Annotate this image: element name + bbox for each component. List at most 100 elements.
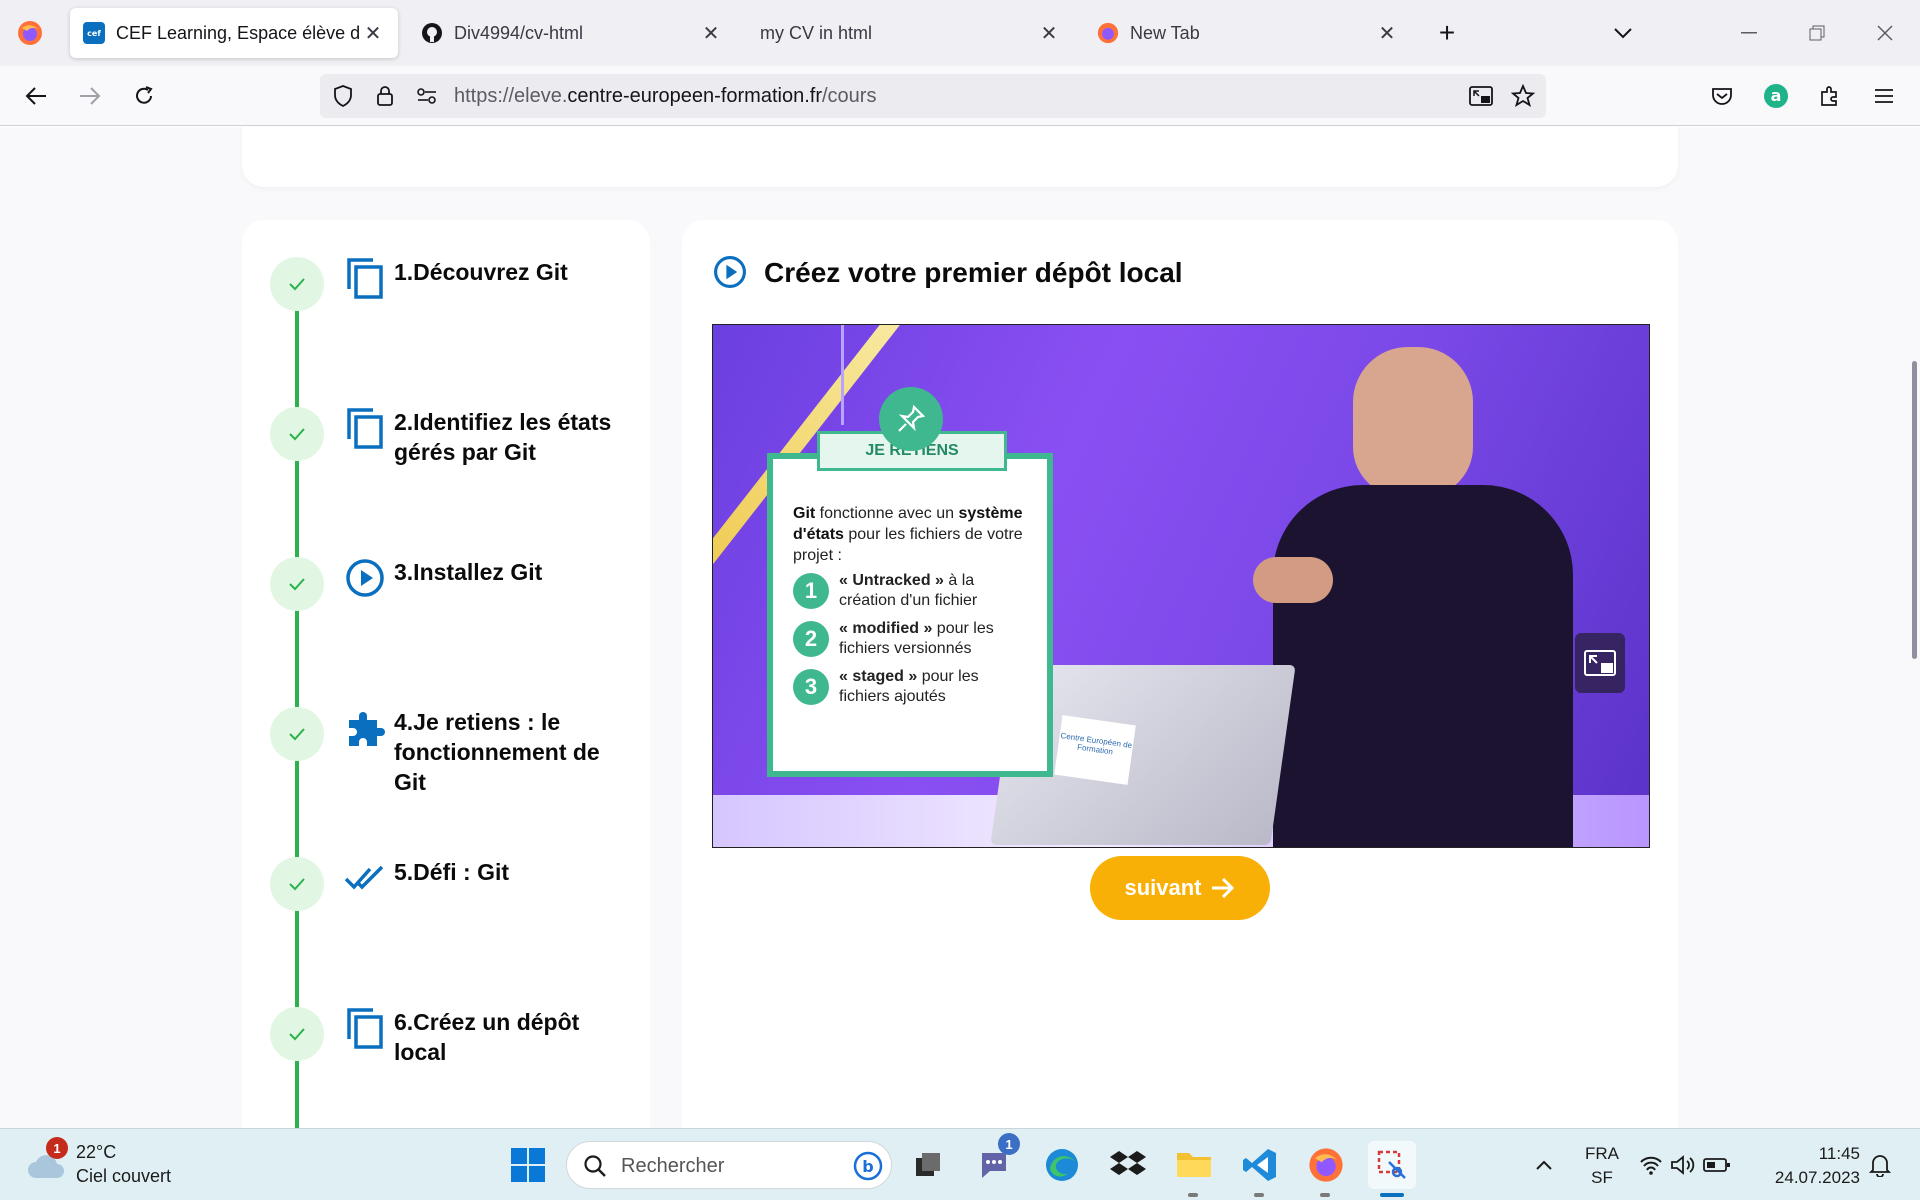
close-window-icon[interactable] — [1868, 16, 1902, 50]
bookmark-star-icon[interactable] — [1510, 83, 1536, 109]
memo-item-bold: « Untracked » — [839, 572, 944, 589]
presenter-head — [1353, 347, 1473, 497]
tab-new-tab[interactable]: New Tab ✕ — [1084, 8, 1412, 58]
battery-icon[interactable] — [1700, 1141, 1734, 1189]
back-arrow-icon[interactable] — [18, 78, 54, 114]
running-indicator — [1320, 1193, 1330, 1197]
tab-github[interactable]: Div4994/cv-html ✕ — [408, 8, 736, 58]
forward-arrow-icon[interactable] — [72, 78, 108, 114]
task-view-icon[interactable] — [904, 1141, 952, 1189]
close-tab-icon[interactable]: ✕ — [1036, 20, 1062, 46]
restore-icon[interactable] — [1800, 16, 1834, 50]
file-explorer-folder-icon[interactable] — [1170, 1141, 1218, 1189]
running-indicator — [1254, 1193, 1264, 1197]
completed-check-icon — [270, 557, 324, 611]
windows-taskbar: 1 22°C Ciel couvert Rechercher b 1 FRA S… — [0, 1128, 1920, 1200]
url-prefix: https://eleve. — [454, 85, 568, 107]
bing-icon[interactable]: b — [853, 1150, 883, 1187]
input-language-code[interactable]: FRA — [1580, 1143, 1624, 1165]
lock-icon[interactable] — [372, 83, 398, 109]
input-layout-code[interactable]: SF — [1580, 1167, 1624, 1189]
volume-icon[interactable] — [1668, 1141, 1698, 1189]
weather-temp[interactable]: 22°C — [76, 1141, 116, 1163]
firefox-view-icon[interactable] — [12, 16, 48, 50]
weather-desc[interactable]: Ciel couvert — [76, 1165, 171, 1187]
notifications-bell-icon[interactable] — [1862, 1141, 1898, 1189]
close-tab-icon[interactable]: ✕ — [1374, 20, 1400, 46]
step-label: 6.Créez un dépôt local — [394, 1009, 580, 1065]
tab-title: my CV in html — [760, 22, 873, 43]
next-button-label: suivant — [1124, 875, 1202, 900]
vscode-icon[interactable] — [1236, 1141, 1284, 1189]
dropbox-icon[interactable] — [1104, 1141, 1152, 1189]
picture-in-picture-icon[interactable] — [1468, 83, 1494, 109]
show-hidden-icons-chevron-icon[interactable] — [1520, 1141, 1568, 1189]
url-domain: centre-europeen-formation.fr — [567, 85, 822, 107]
firefox-taskbar-icon[interactable] — [1302, 1141, 1350, 1189]
play-circle-icon — [344, 557, 386, 599]
svg-text:a: a — [1771, 86, 1782, 105]
url-text[interactable]: https://eleve.centre-europeen-formation.… — [454, 85, 876, 108]
list-all-tabs-chevron-icon[interactable] — [1606, 16, 1640, 50]
minimize-icon[interactable] — [1732, 16, 1766, 50]
play-circle-icon — [712, 254, 750, 292]
url-bar[interactable]: https://eleve.centre-europeen-formation.… — [320, 74, 1546, 118]
wifi-icon[interactable] — [1636, 1141, 1666, 1189]
edge-browser-icon[interactable] — [1038, 1141, 1086, 1189]
hamburger-menu-icon[interactable] — [1866, 78, 1902, 114]
lesson-video-player[interactable]: Centre Européen de Formation Git fonctio… — [712, 324, 1650, 848]
presenter-hand — [1253, 557, 1333, 603]
step-label: 4.Je retiens : le fonctionnement de Git — [394, 709, 600, 795]
copy-icon — [344, 407, 386, 449]
memo-number: 1 — [793, 573, 829, 609]
clock-date[interactable]: 24.07.2023 — [1756, 1167, 1860, 1189]
next-lesson-button[interactable]: suivant — [1090, 856, 1270, 920]
step-label: 1.Découvrez Git — [394, 259, 568, 285]
windows-start-icon[interactable] — [504, 1141, 552, 1189]
new-tab-plus-icon[interactable]: + — [1430, 16, 1464, 50]
weather-badge: 1 — [46, 1137, 68, 1159]
search-placeholder: Rechercher — [621, 1155, 725, 1177]
copy-icon — [344, 1007, 386, 1049]
pin-icon — [879, 387, 943, 451]
memo-intro: Git fonctionne avec un système d'états p… — [793, 503, 1043, 566]
tab-cef-learning[interactable]: cef CEF Learning, Espace élève du C ✕ — [70, 8, 398, 58]
permissions-icon[interactable] — [414, 83, 440, 109]
step-label: 2.Identifiez les états gérés par Git — [394, 409, 612, 465]
snipping-tool-icon[interactable] — [1368, 1141, 1416, 1189]
memo-intro-git: Git — [793, 505, 816, 522]
step-label: 5.Défi : Git — [394, 859, 510, 885]
light-pole — [841, 325, 844, 425]
course-outline-card — [242, 220, 650, 1128]
tab-title: New Tab — [1130, 22, 1200, 43]
completed-check-icon — [270, 1007, 324, 1061]
extension-a-icon[interactable]: a — [1758, 78, 1794, 114]
clock-time[interactable]: 11:45 — [1756, 1143, 1860, 1165]
svg-text:cef: cef — [87, 29, 101, 38]
svg-text:b: b — [862, 1157, 873, 1176]
completed-check-icon — [270, 407, 324, 461]
memo-number: 3 — [793, 669, 829, 705]
page-scrollbar-thumb[interactable] — [1912, 361, 1917, 659]
completed-check-icon — [270, 857, 324, 911]
taskbar-search-box[interactable]: Rechercher b — [566, 1141, 892, 1189]
tab-bar: cef CEF Learning, Espace élève du C ✕ Di… — [0, 0, 1920, 66]
close-tab-icon[interactable]: ✕ — [698, 20, 724, 46]
close-tab-icon[interactable]: ✕ — [360, 20, 386, 46]
tab-title: CEF Learning, Espace élève du C — [116, 22, 360, 43]
tab-my-cv[interactable]: my CV in html ✕ — [746, 8, 1074, 58]
firefox-favicon-icon — [1096, 21, 1120, 45]
step-label: 3.Installez Git — [394, 559, 543, 585]
je-retiens-card: Git fonctionne avec un système d'états p… — [767, 453, 1053, 777]
memo-item: « modified » pour les fichiers versionné… — [839, 619, 1019, 659]
picture-in-picture-toggle-icon[interactable] — [1575, 633, 1625, 693]
reload-icon[interactable] — [126, 78, 162, 114]
pocket-icon[interactable] — [1704, 78, 1740, 114]
memo-number: 2 — [793, 621, 829, 657]
double-check-icon — [344, 857, 386, 899]
memo-item: « Untracked » à la création d'un fichier — [839, 571, 1019, 611]
lesson-title: Créez votre premier dépôt local — [764, 257, 1183, 288]
tracking-protection-shield-icon[interactable] — [330, 83, 356, 109]
url-path: /cours — [821, 85, 877, 107]
extensions-puzzle-icon[interactable] — [1812, 78, 1848, 114]
